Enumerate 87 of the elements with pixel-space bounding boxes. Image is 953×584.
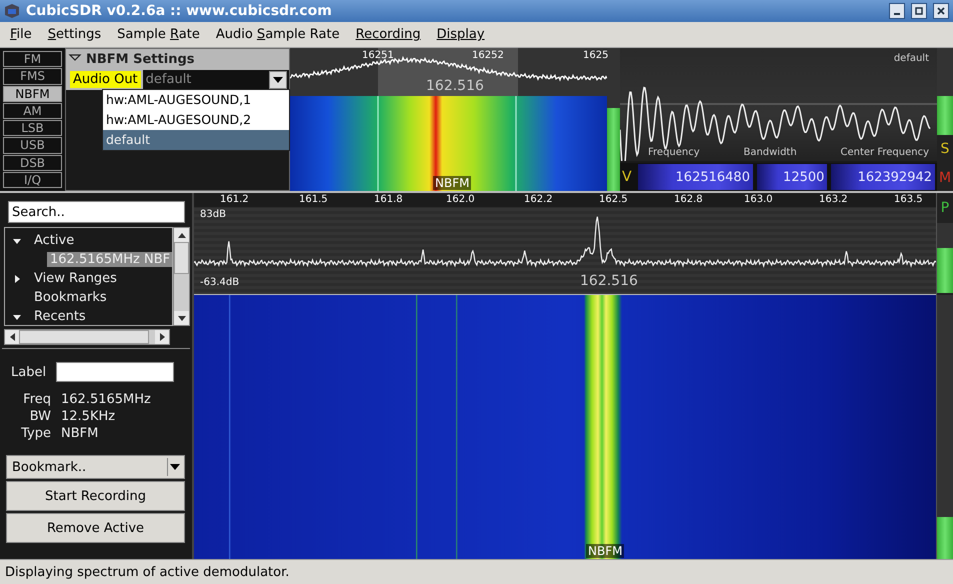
tree-item[interactable]: Active [31,233,78,248]
frequency-tick-label: 161.2 [220,194,249,205]
mode-button[interactable]: DSB [3,154,62,171]
tree-item[interactable]: Bookmarks [31,290,110,305]
center-frequency-label: 162.516 [580,273,638,289]
left-arrow-icon [10,333,14,341]
menu-item[interactable]: File [10,27,32,42]
mode-button[interactable]: LSB [3,120,62,136]
mode-button[interactable]: FM [3,51,62,68]
mode-button[interactable]: FMS [3,68,62,84]
frequency-tick-label: 161.8 [374,194,403,205]
mode-label: NBFM [586,544,624,558]
db-scale-label: 83dB [200,209,226,220]
up-arrow-icon [178,232,186,238]
vertical-scrollbar[interactable] [173,227,190,326]
spectrum-mini-view[interactable]: 16251 16252 1625 162.516 [290,48,607,96]
waterfall-meter[interactable] [937,295,953,559]
frequency-tick-label: 162.8 [674,194,703,205]
label-input-field[interactable] [56,362,174,382]
peak-meter[interactable] [937,223,953,293]
caret-icon [273,76,283,82]
mode-button[interactable]: I/Q [3,172,62,188]
action-button[interactable]: Start Recording [6,481,185,511]
dropdown-option[interactable]: hw:AML-AUGESOUND,1 [103,90,289,110]
menu-item[interactable]: Display [436,27,485,42]
frequency-tick-label: 162.0 [446,194,475,205]
center-frequency-label: 162.516 [426,78,484,94]
level-meter[interactable] [607,48,620,191]
frequency-tick-label: 161.5 [299,194,328,205]
s-label[interactable]: S [938,140,952,157]
maximize-button[interactable] [911,3,927,19]
readout-caption: Frequency [648,147,700,158]
audio-out-label: Audio Out [70,71,141,88]
search-field[interactable]: Search.. [8,201,185,223]
close-button[interactable] [933,3,949,19]
field-name: BW [28,409,51,424]
spectrum-view[interactable]: 83dB 161.2 161.5 161.8 162.0 162.2 162.5 162.8 163.0 163.2 163.5 -63.4dB 162.516 [194,193,936,295]
v-label[interactable]: V [620,169,634,185]
down-arrow-icon [178,316,186,320]
gain-meter[interactable] [937,48,953,136]
menu-item[interactable]: Audio Sample Rate [216,27,340,42]
frequency-tick-label: 16252 [472,50,504,61]
frequency-tick-label: 163.2 [819,194,848,205]
close-icon [937,7,945,15]
caret-icon [170,464,180,470]
frequency-tick-label: 163.5 [894,194,923,205]
readout-caption: Center Frequency [840,147,929,158]
frequency-tick-label: 162.5 [599,194,628,205]
status-text: Displaying spectrum of active demodulator. [5,564,290,580]
menu-item[interactable]: Sample Rate [117,27,200,42]
right-arrow-icon [160,333,164,341]
panel-title: NBFM Settings [86,52,194,66]
field-name: Type [20,426,51,441]
bandwidth-readout[interactable]: 12500 [756,164,828,190]
mode-button[interactable]: NBFM [3,86,62,102]
dropdown-option[interactable]: hw:AML-AUGESOUND,2 [103,110,289,130]
readout-caption: Bandwidth [743,147,797,158]
audio-out-dropdown[interactable]: default [142,70,289,90]
bookmark-dropdown[interactable]: Bookmark.. [6,455,185,479]
frequency-tick-label: 163.0 [744,194,773,205]
device-label: default [894,53,929,64]
center-frequency-readout[interactable]: 162392942 [831,164,936,190]
tree-item[interactable]: View Ranges [31,271,120,286]
menu-item[interactable]: Settings [48,27,102,42]
field-value: 12.5KHz [61,409,116,424]
tree-item[interactable]: Recents [31,309,89,324]
frequency-tick-label: 16251 [362,50,394,61]
frequency-tick-label: 1625 [583,50,608,61]
frequency-readout[interactable]: 162516480 [638,164,753,190]
p-label[interactable]: P [938,200,952,216]
field-value: 162.5165MHz [61,392,152,407]
mode-label: NBFM [433,176,472,190]
horizontal-scrollbar[interactable] [4,329,170,345]
minimize-button[interactable] [889,3,905,19]
db-scale-label: -63.4dB [200,277,240,288]
field-label: Label [11,364,46,380]
maximize-icon [915,7,923,15]
action-button[interactable]: Remove Active [6,513,185,543]
mode-button[interactable]: AM [3,102,62,119]
cube-icon [4,3,20,19]
field-value: NBFM [61,426,100,441]
menu-item[interactable]: Recording [356,27,421,42]
window-title: CubicSDR v0.2.6a :: www.cubicsdr.com [26,3,333,19]
frequency-tick-label: 162.2 [524,194,553,205]
dropdown-option[interactable]: default [103,130,289,150]
field-name: Freq [22,392,51,407]
mode-button[interactable]: USB [3,137,62,154]
